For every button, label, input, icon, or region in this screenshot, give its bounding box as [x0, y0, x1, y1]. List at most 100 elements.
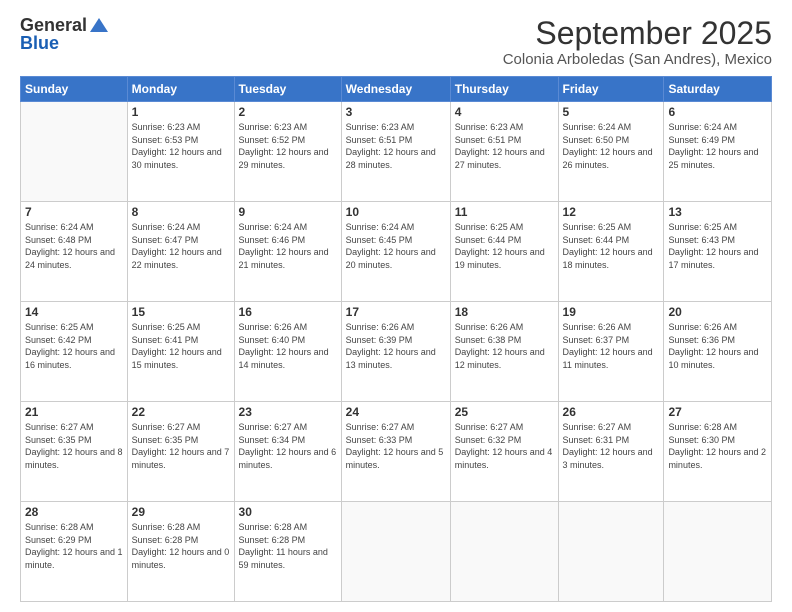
sunset-text: Sunset: 6:41 PM: [132, 335, 199, 345]
daylight-text: Daylight: 12 hours and 22 minutes.: [132, 247, 222, 270]
daylight-text: Daylight: 12 hours and 25 minutes.: [668, 147, 758, 170]
day-number: 26: [563, 405, 660, 419]
sunset-text: Sunset: 6:38 PM: [455, 335, 522, 345]
daylight-text: Daylight: 11 hours and 59 minutes.: [239, 547, 328, 570]
main-title: September 2025: [503, 16, 772, 51]
table-row: 9 Sunrise: 6:24 AM Sunset: 6:46 PM Dayli…: [234, 202, 341, 302]
sunrise-text: Sunrise: 6:24 AM: [563, 122, 632, 132]
day-info: Sunrise: 6:24 AM Sunset: 6:49 PM Dayligh…: [668, 121, 767, 171]
sunrise-text: Sunrise: 6:25 AM: [132, 322, 201, 332]
table-row: 14 Sunrise: 6:25 AM Sunset: 6:42 PM Dayl…: [21, 302, 128, 402]
logo: General Blue: [20, 16, 108, 54]
table-row: 26 Sunrise: 6:27 AM Sunset: 6:31 PM Dayl…: [558, 402, 664, 502]
sunrise-text: Sunrise: 6:23 AM: [132, 122, 201, 132]
day-number: 23: [239, 405, 337, 419]
daylight-text: Daylight: 12 hours and 14 minutes.: [239, 347, 329, 370]
table-row: 29 Sunrise: 6:28 AM Sunset: 6:28 PM Dayl…: [127, 502, 234, 602]
table-row: 24 Sunrise: 6:27 AM Sunset: 6:33 PM Dayl…: [341, 402, 450, 502]
day-info: Sunrise: 6:27 AM Sunset: 6:33 PM Dayligh…: [346, 421, 446, 471]
daylight-text: Daylight: 12 hours and 0 minutes.: [132, 547, 230, 570]
day-info: Sunrise: 6:27 AM Sunset: 6:35 PM Dayligh…: [25, 421, 123, 471]
table-row: 11 Sunrise: 6:25 AM Sunset: 6:44 PM Dayl…: [450, 202, 558, 302]
table-row: 19 Sunrise: 6:26 AM Sunset: 6:37 PM Dayl…: [558, 302, 664, 402]
header-sunday: Sunday: [21, 77, 128, 102]
day-number: 10: [346, 205, 446, 219]
day-info: Sunrise: 6:26 AM Sunset: 6:38 PM Dayligh…: [455, 321, 554, 371]
day-number: 25: [455, 405, 554, 419]
sunset-text: Sunset: 6:53 PM: [132, 135, 199, 145]
daylight-text: Daylight: 12 hours and 10 minutes.: [668, 347, 758, 370]
day-info: Sunrise: 6:25 AM Sunset: 6:42 PM Dayligh…: [25, 321, 123, 371]
day-info: Sunrise: 6:26 AM Sunset: 6:40 PM Dayligh…: [239, 321, 337, 371]
sunrise-text: Sunrise: 6:25 AM: [455, 222, 524, 232]
sunset-text: Sunset: 6:28 PM: [239, 535, 306, 545]
sunrise-text: Sunrise: 6:26 AM: [239, 322, 308, 332]
day-info: Sunrise: 6:27 AM Sunset: 6:31 PM Dayligh…: [563, 421, 660, 471]
day-number: 13: [668, 205, 767, 219]
day-number: 2: [239, 105, 337, 119]
daylight-text: Daylight: 12 hours and 24 minutes.: [25, 247, 115, 270]
page: General Blue September 2025 Colonia Arbo…: [0, 0, 792, 612]
sunrise-text: Sunrise: 6:27 AM: [132, 422, 201, 432]
table-row: 16 Sunrise: 6:26 AM Sunset: 6:40 PM Dayl…: [234, 302, 341, 402]
sunset-text: Sunset: 6:35 PM: [25, 435, 92, 445]
day-number: 24: [346, 405, 446, 419]
sunset-text: Sunset: 6:33 PM: [346, 435, 413, 445]
daylight-text: Daylight: 12 hours and 29 minutes.: [239, 147, 329, 170]
daylight-text: Daylight: 12 hours and 28 minutes.: [346, 147, 436, 170]
header-thursday: Thursday: [450, 77, 558, 102]
daylight-text: Daylight: 12 hours and 20 minutes.: [346, 247, 436, 270]
table-row: 28 Sunrise: 6:28 AM Sunset: 6:29 PM Dayl…: [21, 502, 128, 602]
table-row: 6 Sunrise: 6:24 AM Sunset: 6:49 PM Dayli…: [664, 102, 772, 202]
sunrise-text: Sunrise: 6:28 AM: [132, 522, 201, 532]
day-number: 16: [239, 305, 337, 319]
sunrise-text: Sunrise: 6:24 AM: [25, 222, 94, 232]
day-info: Sunrise: 6:24 AM Sunset: 6:46 PM Dayligh…: [239, 221, 337, 271]
sunrise-text: Sunrise: 6:26 AM: [346, 322, 415, 332]
table-row: [450, 502, 558, 602]
sunrise-text: Sunrise: 6:25 AM: [25, 322, 94, 332]
table-row: 27 Sunrise: 6:28 AM Sunset: 6:30 PM Dayl…: [664, 402, 772, 502]
daylight-text: Daylight: 12 hours and 8 minutes.: [25, 447, 123, 470]
sunset-text: Sunset: 6:39 PM: [346, 335, 413, 345]
day-number: 4: [455, 105, 554, 119]
sunset-text: Sunset: 6:51 PM: [346, 135, 413, 145]
day-info: Sunrise: 6:26 AM Sunset: 6:36 PM Dayligh…: [668, 321, 767, 371]
sunset-text: Sunset: 6:50 PM: [563, 135, 630, 145]
sunset-text: Sunset: 6:35 PM: [132, 435, 199, 445]
day-number: 14: [25, 305, 123, 319]
day-info: Sunrise: 6:27 AM Sunset: 6:35 PM Dayligh…: [132, 421, 230, 471]
sunset-text: Sunset: 6:29 PM: [25, 535, 92, 545]
sunrise-text: Sunrise: 6:26 AM: [563, 322, 632, 332]
sunrise-text: Sunrise: 6:25 AM: [563, 222, 632, 232]
day-number: 3: [346, 105, 446, 119]
sunrise-text: Sunrise: 6:26 AM: [668, 322, 737, 332]
sunrise-text: Sunrise: 6:27 AM: [346, 422, 415, 432]
day-info: Sunrise: 6:23 AM Sunset: 6:53 PM Dayligh…: [132, 121, 230, 171]
day-number: 21: [25, 405, 123, 419]
sunset-text: Sunset: 6:43 PM: [668, 235, 735, 245]
table-row: 3 Sunrise: 6:23 AM Sunset: 6:51 PM Dayli…: [341, 102, 450, 202]
day-number: 9: [239, 205, 337, 219]
table-row: 4 Sunrise: 6:23 AM Sunset: 6:51 PM Dayli…: [450, 102, 558, 202]
sunset-text: Sunset: 6:32 PM: [455, 435, 522, 445]
header-friday: Friday: [558, 77, 664, 102]
day-info: Sunrise: 6:27 AM Sunset: 6:32 PM Dayligh…: [455, 421, 554, 471]
day-number: 7: [25, 205, 123, 219]
sunset-text: Sunset: 6:52 PM: [239, 135, 306, 145]
sunrise-text: Sunrise: 6:26 AM: [455, 322, 524, 332]
logo-blue: Blue: [20, 34, 108, 54]
sunset-text: Sunset: 6:37 PM: [563, 335, 630, 345]
day-info: Sunrise: 6:24 AM Sunset: 6:48 PM Dayligh…: [25, 221, 123, 271]
daylight-text: Daylight: 12 hours and 21 minutes.: [239, 247, 329, 270]
day-number: 1: [132, 105, 230, 119]
daylight-text: Daylight: 12 hours and 1 minute.: [25, 547, 123, 570]
sunrise-text: Sunrise: 6:24 AM: [346, 222, 415, 232]
sunset-text: Sunset: 6:44 PM: [563, 235, 630, 245]
sunrise-text: Sunrise: 6:24 AM: [239, 222, 308, 232]
day-number: 6: [668, 105, 767, 119]
day-info: Sunrise: 6:24 AM Sunset: 6:50 PM Dayligh…: [563, 121, 660, 171]
table-row: 8 Sunrise: 6:24 AM Sunset: 6:47 PM Dayli…: [127, 202, 234, 302]
day-info: Sunrise: 6:27 AM Sunset: 6:34 PM Dayligh…: [239, 421, 337, 471]
sunset-text: Sunset: 6:36 PM: [668, 335, 735, 345]
